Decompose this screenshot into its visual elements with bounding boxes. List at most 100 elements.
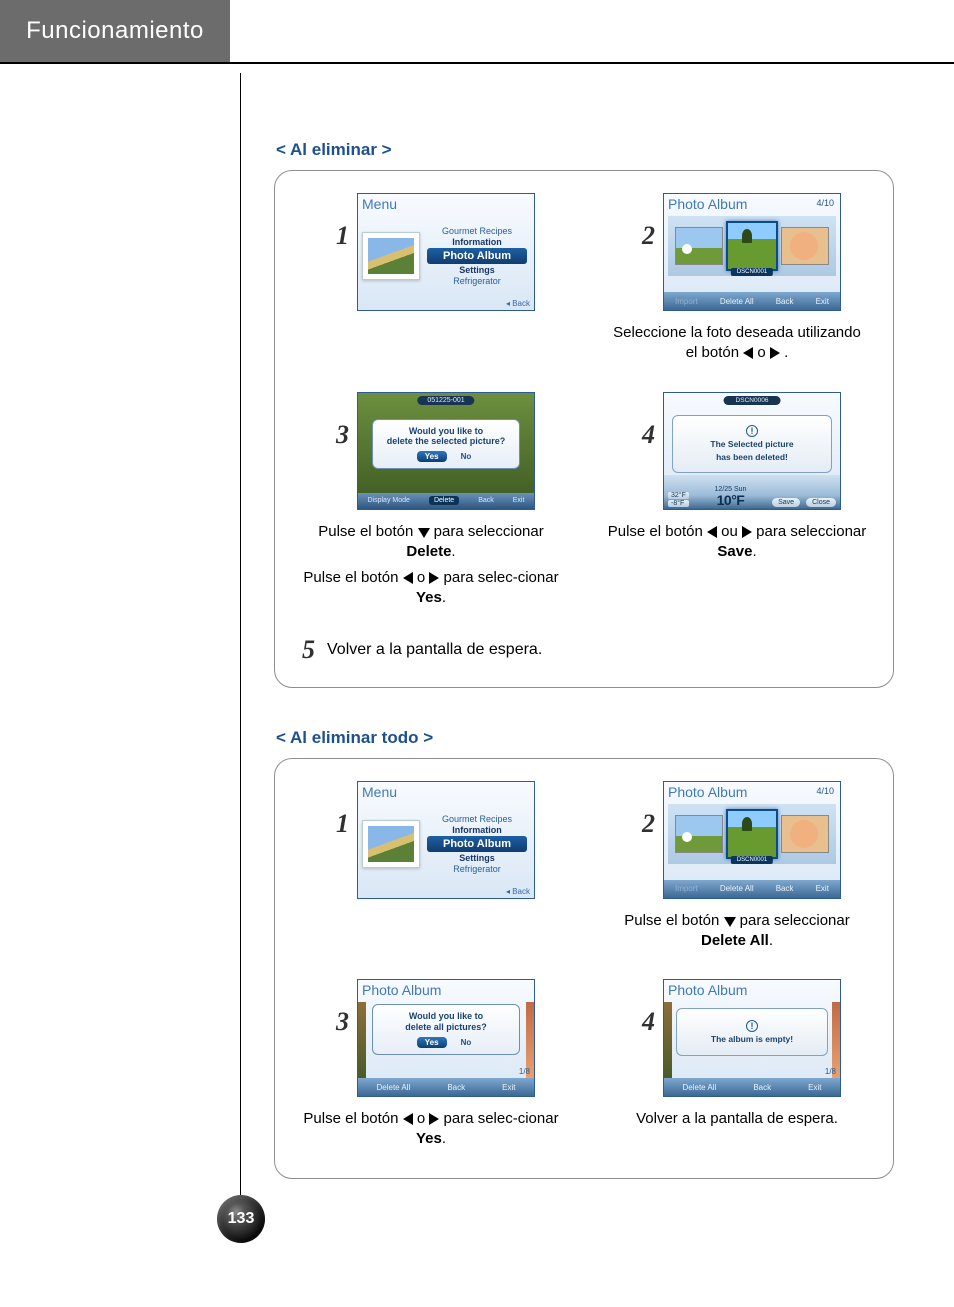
step-3: 3 Photo Album Would you like to delete a… [293, 979, 569, 1150]
lcd-delete-all-confirm-screen: Photo Album Would you like to delete all… [357, 979, 535, 1097]
section-header-tab: Funcionamiento [0, 0, 230, 62]
step-row: 1 Menu Gourmet Recipes Information Photo… [293, 193, 875, 364]
confirm-dialog: Would you like to delete all pictures? Y… [372, 1004, 520, 1055]
photo-filename: DSCN0001 [731, 268, 773, 276]
temp-freezer: -8°F [668, 500, 689, 507]
notification-text: The Selected picture [710, 439, 793, 449]
down-arrow-icon [724, 917, 736, 927]
photo-edge [358, 1002, 366, 1078]
dialog-text: Would you like to [377, 426, 515, 437]
photo-strip: DSCN0001 [668, 216, 836, 276]
lcd-title: Photo Album [668, 784, 747, 800]
section-title-delete: < Al eliminar > [276, 140, 894, 160]
section-title-delete-all: < Al eliminar todo > [276, 728, 894, 748]
lcd-back-link: ◂ Back [506, 887, 530, 896]
lcd-title: Photo Album [668, 196, 747, 212]
notification-text: The album is empty! [711, 1034, 793, 1044]
lcd-btn-import: Import [673, 884, 700, 893]
lcd-title: Menu [362, 784, 397, 800]
photo-thumb [675, 815, 723, 853]
page-content: < Al eliminar > 1 Menu Gourmet Recipes I… [274, 140, 894, 1219]
lcd-photo-album-screen: Photo Album 4/10 DSCN0001 Import Delete … [663, 781, 841, 899]
dialog-yes-btn: Yes [417, 451, 447, 462]
photo-thumb [675, 227, 723, 265]
dialog-text: delete all pictures? [377, 1022, 515, 1033]
photo-thumb [781, 227, 829, 265]
photo-thumb-selected [726, 221, 778, 271]
menu-item: Gourmet Recipes [442, 226, 512, 236]
menu-item: Settings [459, 265, 495, 275]
step-caption: Pulse el botón o para selec-cionar Yes. [301, 1109, 561, 1150]
menu-item: Refrigerator [453, 276, 501, 286]
dialog-text: delete the selected picture? [377, 436, 515, 447]
left-arrow-icon [403, 1113, 413, 1125]
menu-item: Information [452, 237, 502, 247]
menu-thumbnail [362, 820, 420, 868]
photo-filename: 051225-001 [417, 396, 474, 405]
menu-item: Information [452, 825, 502, 835]
lcd-btn-back: Back [445, 1083, 467, 1092]
info-icon: ! [746, 425, 758, 437]
step-caption: Pulse el botón ou para seleccionar Save. [607, 522, 867, 563]
step-5: 5 Volver a la pantalla de espera. [293, 637, 875, 663]
lcd-button-bar: Import Delete All Back Exit [664, 880, 840, 898]
dialog-yes-btn: Yes [417, 1037, 447, 1048]
step-1: 1 Menu Gourmet Recipes Information Photo… [293, 193, 569, 364]
photo-counter: 1/8 [519, 1067, 530, 1076]
lcd-btn: Display Mode [368, 497, 410, 504]
vertical-gutter-line [240, 73, 241, 1198]
step-4: 4 Photo Album ! The album is empty! 1/8 … [599, 979, 875, 1150]
dialog-text: Would you like to [377, 1011, 515, 1022]
notification-panel: ! The album is empty! [676, 1008, 828, 1056]
photo-strip: DSCN0001 [668, 804, 836, 864]
page-number: 133 [228, 1210, 255, 1228]
notification-panel: ! The Selected picture has been deleted! [672, 415, 832, 473]
photo-counter: 4/10 [816, 198, 834, 208]
lcd-title: Menu [362, 196, 397, 212]
lcd-back-link: ◂ Back [506, 299, 530, 308]
menu-item: Gourmet Recipes [442, 814, 512, 824]
lcd-btn-delete-all: Delete All [718, 297, 756, 306]
right-arrow-icon [429, 572, 439, 584]
lcd-menu-screen: Menu Gourmet Recipes Information Photo A… [357, 193, 535, 311]
lcd-title: Photo Album [362, 982, 441, 998]
info-icon: ! [746, 1020, 758, 1032]
section-header-text: Funcionamiento [26, 17, 204, 45]
step-3: 3 051225-001 Would you like to delete th… [293, 392, 569, 609]
lcd-delete-confirm-screen: 051225-001 Would you like to delete the … [357, 392, 535, 510]
lcd-btn-exit: Exit [806, 1083, 823, 1092]
step-number: 4 [633, 392, 655, 448]
lcd-deleted-notify-screen: DSCN0006 ! The Selected picture has been… [663, 392, 841, 510]
temp-fridge: 32°F [668, 492, 689, 499]
steps-box-delete-all: 1 Menu Gourmet Recipes Information Photo… [274, 758, 894, 1179]
step-number: 2 [633, 781, 655, 837]
down-arrow-icon [418, 528, 430, 538]
lcd-btn-back: Back [774, 297, 796, 306]
step-4: 4 DSCN0006 ! The Selected picture has be… [599, 392, 875, 609]
lcd-btn-exit: Exit [814, 884, 831, 893]
lcd-album-empty-screen: Photo Album ! The album is empty! 1/8 De… [663, 979, 841, 1097]
right-arrow-icon [742, 526, 752, 538]
menu-item-selected: Photo Album [427, 248, 527, 264]
temp-readings: 32°F -8°F [668, 492, 689, 507]
confirm-dialog: Would you like to delete the selected pi… [372, 419, 520, 470]
photo-counter: 4/10 [816, 786, 834, 796]
lcd-button-bar: Display Mode Delete Back Exit [358, 493, 534, 509]
lcd-btn: Exit [513, 497, 525, 504]
status-outdoor-temp: 10°F [695, 493, 766, 507]
step-row: 3 051225-001 Would you like to delete th… [293, 392, 875, 609]
lcd-btn-exit: Exit [500, 1083, 517, 1092]
left-arrow-icon [403, 572, 413, 584]
photo-thumb-selected [726, 809, 778, 859]
step-number: 3 [327, 979, 349, 1035]
menu-item: Refrigerator [453, 864, 501, 874]
lcd-btn-delete-all: Delete All [718, 884, 756, 893]
step-caption: Pulse el botón para seleccionar Delete A… [607, 911, 867, 952]
lcd-btn-exit: Exit [814, 297, 831, 306]
step-number: 2 [633, 193, 655, 249]
steps-box-delete: 1 Menu Gourmet Recipes Information Photo… [274, 170, 894, 688]
right-arrow-icon [770, 347, 780, 359]
step-number: 4 [633, 979, 655, 1035]
photo-filename: DSCN0001 [731, 856, 773, 864]
lcd-menu-screen: Menu Gourmet Recipes Information Photo A… [357, 781, 535, 899]
